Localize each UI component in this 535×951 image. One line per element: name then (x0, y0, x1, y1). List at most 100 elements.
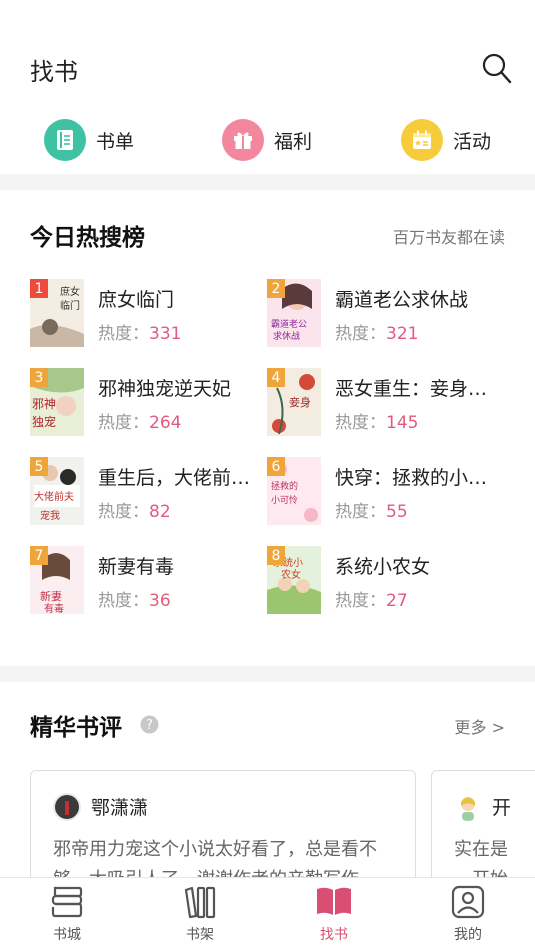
book-cover: 邪神 独宠 3 (30, 368, 84, 436)
gift-icon (222, 119, 264, 161)
book-cover: 庶女 临门 1 (30, 279, 84, 347)
svg-text:农女: 农女 (281, 568, 301, 581)
rank-badge: 8 (267, 546, 285, 565)
book-title: 系统小农女 (335, 556, 431, 578)
hot-book-item[interactable]: 系统小 农女 8 系统小农女 热度：27 (267, 546, 507, 616)
heat-label: 热度： (335, 413, 386, 433)
activity-label: 活动 (453, 130, 492, 153)
svg-text:?: ? (146, 718, 153, 733)
welfare-label: 福利 (274, 130, 313, 153)
question-icon[interactable]: ? (140, 715, 159, 734)
open-book-icon (317, 887, 351, 915)
activity-entry[interactable]: 活动 (401, 118, 491, 162)
bookstore-icon (51, 886, 83, 918)
heat-row: 热度：321 (335, 319, 418, 344)
heat-value: 55 (386, 502, 408, 522)
svg-text:新妻: 新妻 (40, 589, 62, 603)
booklist-label: 书单 (96, 130, 135, 153)
svg-text:宠我: 宠我 (40, 509, 60, 522)
svg-text:小可怜: 小可怜 (271, 494, 298, 506)
heat-row: 热度：264 (98, 408, 181, 433)
tab-label: 我的 (454, 927, 482, 943)
booklist-entry[interactable]: 书单 (44, 118, 134, 162)
heat-value: 36 (149, 591, 171, 611)
tab-find-books[interactable]: 找书 (294, 884, 374, 950)
avatar (53, 793, 81, 821)
heat-value: 321 (386, 324, 419, 344)
heat-row: 热度：36 (98, 586, 171, 611)
book-cover: 拯救的 小可怜 6 (267, 457, 321, 525)
hot-book-item[interactable]: 新妻 有毒 7 新妻有毒 热度：36 (30, 546, 270, 616)
book-title: 恶女重生：妾身… (335, 378, 488, 400)
hot-book-item[interactable]: 庶女 临门 1 庶女临门 热度：331 (30, 279, 270, 349)
heat-value: 145 (386, 413, 419, 433)
book-cover: 霸道老公 求休战 2 (267, 279, 321, 347)
review-username: 开 (492, 797, 512, 819)
tab-mine[interactable]: 我的 (428, 884, 508, 950)
hot-book-item[interactable]: 霸道老公 求休战 2 霸道老公求休战 热度：321 (267, 279, 507, 349)
heat-label: 热度： (98, 591, 149, 611)
hot-book-item[interactable]: 邪神 独宠 3 邪神独宠逆天妃 热度：264 (30, 368, 270, 438)
book-cover: 新妻 有毒 7 (30, 546, 84, 614)
svg-text:大佬前夫: 大佬前夫 (34, 490, 74, 503)
heat-label: 热度： (98, 413, 149, 433)
hot-book-item[interactable]: 大佬前夫 宠我 5 重生后，大佬前… 热度：82 (30, 457, 270, 527)
hot-search-subtitle: 百万书友都在读 (392, 228, 505, 247)
bottom-tab-bar: 书城 书架 找书 我的 (0, 877, 535, 951)
reviews-more-link[interactable]: 更多 > (455, 714, 506, 738)
book-cover: 系统小 农女 8 (267, 546, 321, 614)
calendar-icon (401, 119, 443, 161)
svg-text:邪神: 邪神 (32, 397, 56, 411)
book-title: 庶女临门 (98, 289, 175, 311)
svg-text:霸道老公: 霸道老公 (271, 318, 307, 330)
heat-label: 热度： (98, 324, 149, 344)
svg-text:妾身: 妾身 (289, 395, 311, 409)
tab-bookshelf[interactable]: 书架 (160, 884, 240, 950)
find-books-page: 找书 书单 福利 活动 今日热搜榜 百万书友都在读 庶女 临门 1 庶女临门 热… (0, 0, 535, 951)
book-title: 重生后，大佬前… (98, 467, 251, 489)
heat-row: 热度：82 (98, 497, 171, 522)
heat-value: 264 (149, 413, 182, 433)
hot-book-item[interactable]: 妾身 4 恶女重生：妾身… 热度：145 (267, 368, 507, 438)
book-cover: 大佬前夫 宠我 5 (30, 457, 84, 525)
tab-bookstore[interactable]: 书城 (27, 884, 107, 950)
search-button[interactable] (481, 52, 513, 86)
svg-text:临门: 临门 (60, 299, 80, 312)
svg-text:独宠: 独宠 (32, 414, 56, 429)
page-title: 找书 (30, 58, 78, 86)
heat-row: 热度：27 (335, 586, 408, 611)
rank-badge: 7 (30, 546, 48, 565)
book-title: 新妻有毒 (98, 556, 175, 578)
reviews-title: 精华书评 (30, 715, 122, 741)
heat-label: 热度： (335, 591, 386, 611)
welfare-entry[interactable]: 福利 (222, 118, 312, 162)
heat-value: 27 (386, 591, 408, 611)
rank-badge: 3 (30, 368, 48, 387)
heat-value: 82 (149, 502, 171, 522)
heat-row: 热度：145 (335, 408, 418, 433)
rank-badge: 1 (30, 279, 48, 298)
rank-badge: 4 (267, 368, 285, 387)
rank-badge: 6 (267, 457, 285, 476)
booklist-icon (44, 119, 86, 161)
book-title: 霸道老公求休战 (335, 289, 469, 311)
heat-row: 热度：331 (98, 319, 181, 344)
book-cover: 妾身 4 (267, 368, 321, 436)
heat-label: 热度： (98, 502, 149, 522)
svg-text:求休战: 求休战 (273, 330, 300, 342)
section-divider (0, 666, 535, 682)
heat-value: 331 (149, 324, 182, 344)
tab-label: 找书 (320, 927, 348, 943)
hot-search-title: 今日热搜榜 (30, 225, 145, 251)
quick-entries: 书单 福利 活动 (0, 112, 535, 172)
hot-book-item[interactable]: 拯救的 小可怜 6 快穿：拯救的小… 热度：55 (267, 457, 507, 527)
book-title: 邪神独宠逆天妃 (98, 378, 232, 400)
svg-text:拯救的: 拯救的 (271, 480, 298, 492)
section-divider (0, 174, 535, 190)
heat-label: 热度： (335, 502, 386, 522)
avatar (454, 793, 482, 821)
bookshelf-icon (184, 886, 216, 919)
heat-row: 热度：55 (335, 497, 408, 522)
search-icon (482, 53, 512, 84)
heat-label: 热度： (335, 324, 386, 344)
